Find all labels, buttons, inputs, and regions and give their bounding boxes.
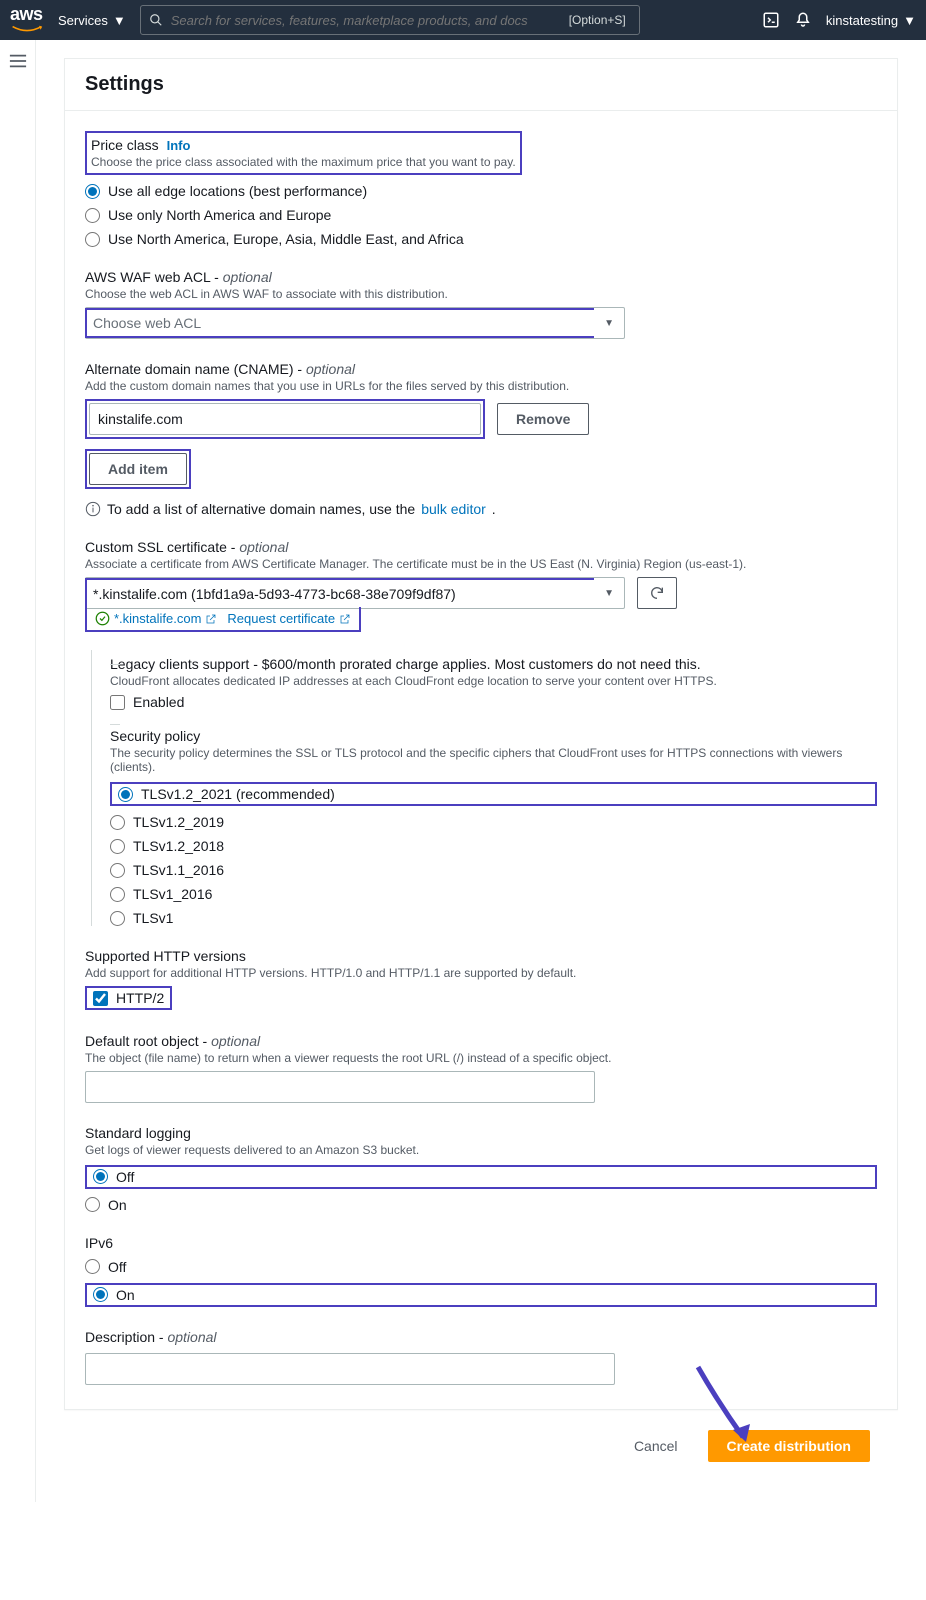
services-label: Services: [58, 13, 108, 28]
ssl-section: Custom SSL certificate - optional Associ…: [85, 539, 877, 926]
info-icon: [85, 501, 101, 517]
user-menu[interactable]: kinstatesting ▼: [826, 13, 916, 28]
cancel-button[interactable]: Cancel: [616, 1430, 696, 1462]
username: kinstatesting: [826, 13, 898, 28]
logging-on[interactable]: On: [85, 1197, 877, 1213]
security-policy-section: Security policy The security policy dete…: [110, 710, 877, 926]
settings-panel: Settings Price class Info Choose the pri…: [64, 58, 898, 1410]
caret-down-icon: ▼: [113, 13, 126, 28]
side-panel-toggle[interactable]: [0, 40, 36, 1502]
panel-title: Settings: [85, 73, 877, 96]
legacy-enabled-checkbox[interactable]: Enabled: [110, 694, 877, 710]
sec-policy-option-0[interactable]: TLSv1.2_2021 (recommended): [118, 786, 869, 802]
services-menu[interactable]: Services ▼: [58, 13, 126, 28]
hamburger-icon: [9, 54, 27, 68]
description-input[interactable]: [85, 1353, 615, 1385]
cloudshell-icon[interactable]: [762, 11, 780, 29]
caret-down-icon: ▼: [903, 13, 916, 28]
caret-down-icon: ▼: [604, 588, 614, 599]
root-object-input[interactable]: [85, 1071, 595, 1103]
caret-down-icon: ▼: [604, 318, 614, 329]
sec-policy-option-2[interactable]: TLSv1.2_2018: [110, 838, 877, 854]
description-section: Description - optional: [85, 1329, 877, 1385]
logging-section: Standard logging Get logs of viewer requ…: [85, 1125, 877, 1213]
logging-off[interactable]: Off: [93, 1169, 869, 1185]
top-nav: aws Services ▼ [Option+S] kinstatesting …: [0, 0, 926, 40]
http2-checkbox[interactable]: HTTP/2: [93, 990, 164, 1006]
ipv6-section: IPv6 Off On: [85, 1235, 877, 1307]
price-class-label: Price class Info: [91, 137, 516, 153]
create-distribution-button[interactable]: Create distribution: [708, 1430, 870, 1462]
legacy-clients-section: Legacy clients support - $600/month pror…: [110, 650, 877, 710]
request-cert-link[interactable]: Request certificate: [227, 611, 335, 626]
ipv6-on[interactable]: On: [93, 1287, 869, 1303]
cname-input[interactable]: [89, 403, 481, 435]
waf-select[interactable]: Choose web ACL ▼: [85, 307, 625, 339]
search-shortcut: [Option+S]: [564, 10, 631, 30]
ssl-cert-select[interactable]: *.kinstalife.com (1bfd1a9a-5d93-4773-bc6…: [85, 577, 625, 609]
sec-policy-option-3[interactable]: TLSv1.1_2016: [110, 862, 877, 878]
price-class-option-0[interactable]: Use all edge locations (best performance…: [85, 183, 877, 199]
search-icon: [149, 13, 163, 27]
check-circle-icon: [95, 611, 110, 626]
footer-actions: Cancel Create distribution: [64, 1410, 898, 1482]
price-class-desc: Choose the price class associated with t…: [91, 155, 516, 169]
info-link[interactable]: Info: [167, 138, 191, 153]
sec-policy-option-1[interactable]: TLSv1.2_2019: [110, 814, 877, 830]
remove-button[interactable]: Remove: [497, 403, 589, 435]
cname-section: Alternate domain name (CNAME) - optional…: [85, 361, 877, 517]
bulk-editor-link[interactable]: bulk editor: [421, 501, 486, 517]
global-search[interactable]: [Option+S]: [140, 5, 640, 35]
verified-domain-link[interactable]: *.kinstalife.com: [114, 611, 201, 626]
price-class-section: Price class Info Choose the price class …: [85, 131, 877, 247]
root-object-section: Default root object - optional The objec…: [85, 1033, 877, 1103]
refresh-button[interactable]: [637, 577, 677, 609]
price-class-option-2[interactable]: Use North America, Europe, Asia, Middle …: [85, 231, 877, 247]
ipv6-off[interactable]: Off: [85, 1259, 877, 1275]
external-link-icon: [339, 613, 351, 625]
search-input[interactable]: [171, 13, 556, 28]
refresh-icon: [649, 585, 665, 601]
external-link-icon: [205, 613, 217, 625]
add-item-button[interactable]: Add item: [89, 453, 187, 485]
price-class-option-1[interactable]: Use only North America and Europe: [85, 207, 877, 223]
bell-icon[interactable]: [794, 11, 812, 29]
sec-policy-option-4[interactable]: TLSv1_2016: [110, 886, 877, 902]
http-versions-section: Supported HTTP versions Add support for …: [85, 948, 877, 1011]
sec-policy-option-5[interactable]: TLSv1: [110, 910, 877, 926]
waf-section: AWS WAF web ACL - optional Choose the we…: [85, 269, 877, 339]
aws-logo[interactable]: aws: [10, 4, 44, 37]
